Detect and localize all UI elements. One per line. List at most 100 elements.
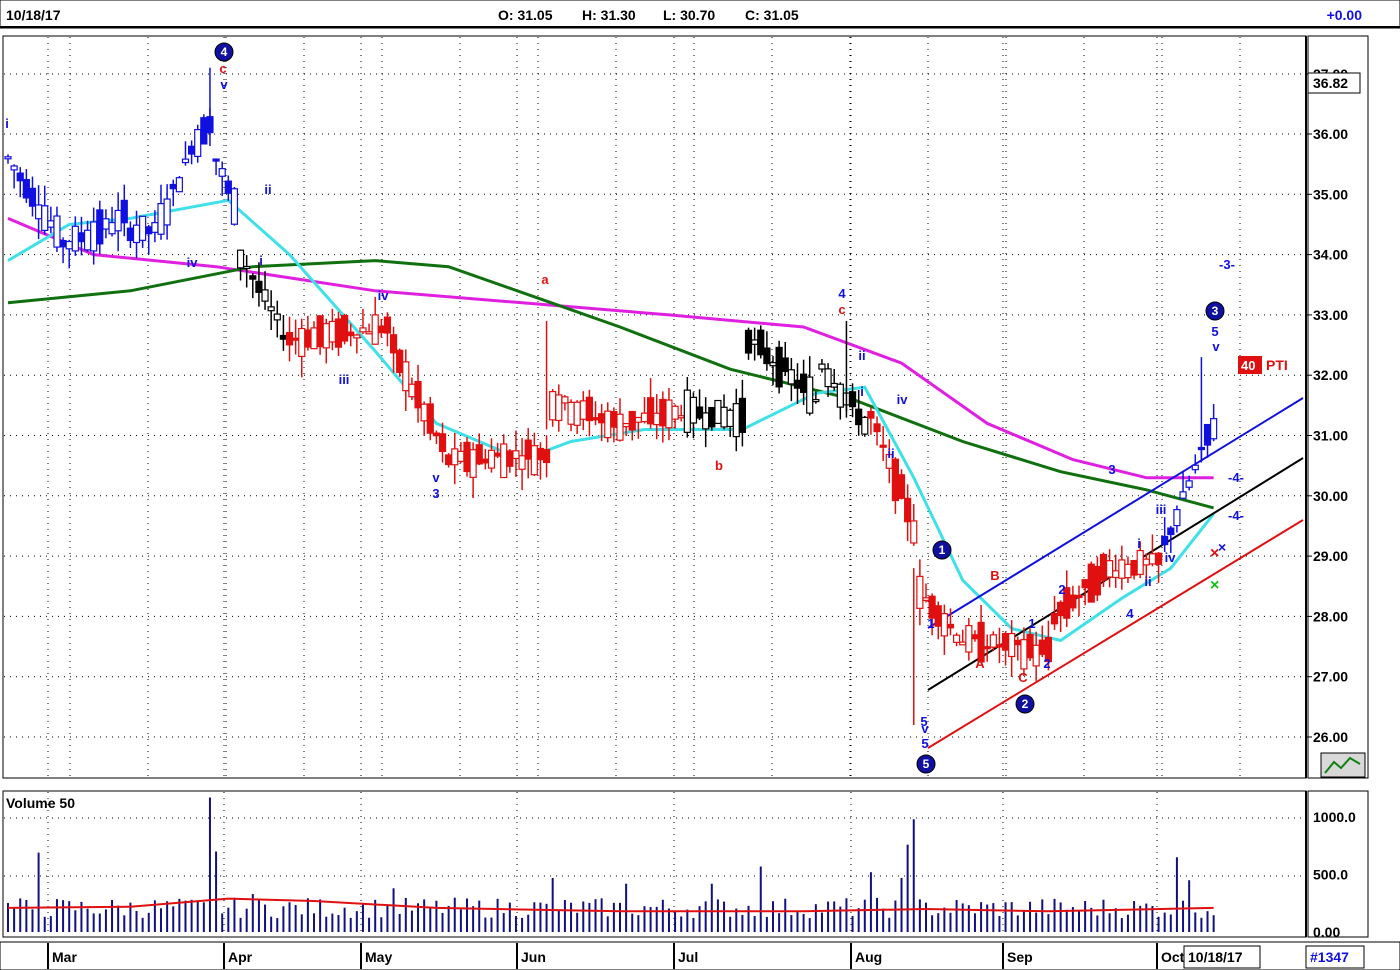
candle-body bbox=[469, 449, 477, 478]
candle-body bbox=[1210, 418, 1218, 440]
wave-label: iv bbox=[1165, 550, 1177, 565]
candle-body bbox=[940, 613, 948, 637]
candle-body bbox=[775, 346, 783, 388]
candle-body bbox=[1124, 563, 1132, 579]
wave-label: i bbox=[5, 116, 9, 131]
candle-body bbox=[218, 168, 226, 177]
wave-label: ii bbox=[264, 182, 271, 197]
candle-body bbox=[983, 646, 991, 650]
pti-label: PTI bbox=[1266, 357, 1288, 373]
candle-body bbox=[1038, 639, 1046, 655]
price-tick-label: 31.00 bbox=[1313, 428, 1348, 444]
wave-count-label: 1 bbox=[939, 543, 946, 557]
header-open: O: 31.05 bbox=[498, 7, 553, 23]
candle-body bbox=[194, 128, 202, 158]
candle-body bbox=[518, 455, 526, 470]
candle-body bbox=[1075, 594, 1083, 599]
candle-body bbox=[934, 605, 942, 627]
wave-label: v bbox=[220, 77, 228, 92]
candle-body bbox=[959, 641, 967, 646]
price-tick-label: 27.00 bbox=[1313, 669, 1348, 685]
candle-body bbox=[1167, 527, 1175, 536]
candle-body bbox=[787, 369, 795, 385]
candle-body bbox=[757, 329, 765, 356]
header-change: +0.00 bbox=[1327, 7, 1363, 23]
candle-body bbox=[573, 401, 581, 426]
candle-body bbox=[96, 209, 104, 245]
price-tick-label: 36.00 bbox=[1313, 126, 1348, 142]
candle-body bbox=[897, 474, 906, 499]
candle-body bbox=[1032, 644, 1040, 667]
candle-body bbox=[481, 458, 489, 464]
wave-count-label: 3 bbox=[1212, 304, 1219, 318]
candle-body bbox=[714, 399, 722, 425]
candle-body bbox=[463, 441, 471, 473]
chart-window: 10/18/17 O: 31.05 H: 31.30 L: 30.70 C: 3… bbox=[0, 0, 1400, 970]
candle-body bbox=[328, 320, 336, 343]
wave-label: C bbox=[1018, 670, 1028, 685]
candle-body bbox=[316, 315, 324, 348]
candle-body bbox=[445, 454, 453, 466]
candle-body bbox=[952, 634, 961, 643]
candle-body bbox=[1191, 464, 1199, 471]
candle-body bbox=[151, 222, 159, 233]
candle-body bbox=[414, 380, 422, 409]
candle-body bbox=[653, 412, 661, 426]
wave-count-label: 5 bbox=[923, 757, 930, 771]
wave-label: 5 bbox=[921, 736, 928, 751]
candle-body bbox=[292, 337, 300, 341]
wave-label: ii bbox=[1144, 574, 1151, 589]
wave-label: 2 bbox=[1058, 582, 1065, 597]
candle-body bbox=[487, 449, 496, 469]
candle-body bbox=[855, 408, 863, 426]
wave-label: iv bbox=[187, 255, 199, 270]
header-low: L: 30.70 bbox=[663, 7, 715, 23]
candle-body bbox=[28, 187, 37, 207]
candle-body bbox=[824, 368, 832, 388]
current-date: 10/18/17 bbox=[1188, 949, 1243, 965]
month-label: Mar bbox=[52, 949, 77, 965]
candle-body bbox=[836, 383, 844, 408]
candle-body bbox=[1050, 612, 1059, 625]
candle-body bbox=[77, 232, 86, 243]
candle-body bbox=[1105, 560, 1114, 578]
candle-body bbox=[1179, 491, 1187, 499]
wave-label: -4- bbox=[1228, 470, 1244, 485]
candle-body bbox=[689, 396, 698, 424]
candle-body bbox=[279, 334, 287, 340]
chart-canvas[interactable]: 10/18/17 O: 31.05 H: 31.30 L: 30.70 C: 3… bbox=[0, 0, 1400, 970]
wave-label: 4 bbox=[1126, 606, 1134, 621]
header-date: 10/18/17 bbox=[6, 7, 61, 23]
candle-body bbox=[628, 410, 636, 431]
candle-body bbox=[389, 334, 398, 354]
candle-body bbox=[659, 398, 667, 427]
candle-body bbox=[432, 432, 440, 437]
candle-body bbox=[806, 376, 814, 414]
price-tick-label: 34.00 bbox=[1313, 247, 1348, 263]
candle-body bbox=[904, 497, 912, 523]
candle-body bbox=[567, 401, 575, 425]
candle-body bbox=[1014, 639, 1022, 646]
wave-label: 5 bbox=[1211, 324, 1218, 339]
candle-body bbox=[1069, 594, 1077, 609]
wave-label: 2 bbox=[1043, 656, 1050, 671]
last-price: 36.82 bbox=[1313, 75, 1348, 91]
wave-label: 3 bbox=[432, 486, 439, 501]
candle-body bbox=[426, 403, 434, 434]
price-tick-label: 29.00 bbox=[1313, 548, 1348, 564]
candle-body bbox=[353, 334, 361, 339]
wave-label: c bbox=[219, 61, 226, 76]
price-axis[interactable] bbox=[1307, 35, 1369, 779]
wave-label: ii bbox=[858, 348, 865, 363]
candle-body bbox=[181, 158, 190, 164]
candle-body bbox=[500, 443, 508, 479]
grid bbox=[4, 37, 1305, 936]
wave-label: i bbox=[259, 253, 263, 268]
candle-body bbox=[267, 306, 275, 312]
wave-label: -3- bbox=[1219, 257, 1235, 272]
wave-label: iv bbox=[897, 392, 909, 407]
candle-body bbox=[665, 399, 673, 429]
candle-body bbox=[255, 280, 263, 293]
candle-body bbox=[41, 205, 49, 232]
candle-body bbox=[114, 209, 122, 232]
